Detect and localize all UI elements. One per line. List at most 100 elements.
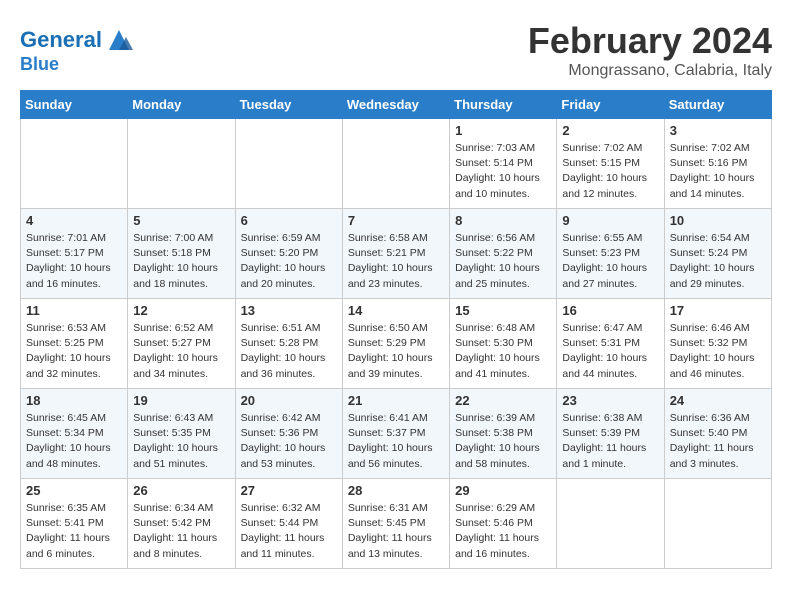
day-info: Sunrise: 6:38 AM Sunset: 5:39 PM Dayligh… — [562, 411, 658, 472]
day-info: Sunrise: 6:48 AM Sunset: 5:30 PM Dayligh… — [455, 321, 551, 382]
day-info: Sunrise: 6:39 AM Sunset: 5:38 PM Dayligh… — [455, 411, 551, 472]
day-number: 22 — [455, 393, 551, 408]
month-title: February 2024 — [528, 20, 772, 62]
calendar-cell: 7 Sunrise: 6:58 AM Sunset: 5:21 PM Daylig… — [342, 209, 449, 299]
day-number: 3 — [670, 123, 766, 138]
calendar-cell: 13 Sunrise: 6:51 AM Sunset: 5:28 PM Dayli… — [235, 299, 342, 389]
day-info: Sunrise: 7:03 AM Sunset: 5:14 PM Dayligh… — [455, 141, 551, 202]
calendar-cell: 6 Sunrise: 6:59 AM Sunset: 5:20 PM Daylig… — [235, 209, 342, 299]
calendar-cell: 9 Sunrise: 6:55 AM Sunset: 5:23 PM Daylig… — [557, 209, 664, 299]
calendar-cell: 20 Sunrise: 6:42 AM Sunset: 5:36 PM Dayli… — [235, 389, 342, 479]
logo-icon — [104, 25, 134, 55]
calendar-week-row: 4 Sunrise: 7:01 AM Sunset: 5:17 PM Daylig… — [21, 209, 772, 299]
calendar-cell: 25 Sunrise: 6:35 AM Sunset: 5:41 PM Dayli… — [21, 479, 128, 569]
day-info: Sunrise: 6:54 AM Sunset: 5:24 PM Dayligh… — [670, 231, 766, 292]
day-number: 16 — [562, 303, 658, 318]
calendar-week-row: 25 Sunrise: 6:35 AM Sunset: 5:41 PM Dayli… — [21, 479, 772, 569]
day-info: Sunrise: 6:45 AM Sunset: 5:34 PM Dayligh… — [26, 411, 122, 472]
calendar-cell: 22 Sunrise: 6:39 AM Sunset: 5:38 PM Dayli… — [450, 389, 557, 479]
logo-line2: Blue — [20, 55, 134, 75]
day-info: Sunrise: 6:46 AM Sunset: 5:32 PM Dayligh… — [670, 321, 766, 382]
day-info: Sunrise: 6:53 AM Sunset: 5:25 PM Dayligh… — [26, 321, 122, 382]
calendar-cell: 19Sunrise: 6:43 AM Sunset: 5:35 PM Dayli… — [128, 389, 235, 479]
day-info: Sunrise: 6:55 AM Sunset: 5:23 PM Dayligh… — [562, 231, 658, 292]
calendar-cell: 11 Sunrise: 6:53 AM Sunset: 5:25 PM Dayli… — [21, 299, 128, 389]
calendar-cell: 27 Sunrise: 6:32 AM Sunset: 5:44 PM Dayli… — [235, 479, 342, 569]
day-info: Sunrise: 6:32 AM Sunset: 5:44 PM Dayligh… — [241, 501, 337, 562]
calendar-cell: 3 Sunrise: 7:02 AM Sunset: 5:16 PM Daylig… — [664, 119, 771, 209]
day-info: Sunrise: 7:00 AM Sunset: 5:18 PM Dayligh… — [133, 231, 229, 292]
day-number: 1 — [455, 123, 551, 138]
day-info: Sunrise: 6:34 AM Sunset: 5:42 PM Dayligh… — [133, 501, 229, 562]
day-info: Sunrise: 6:41 AM Sunset: 5:37 PM Dayligh… — [348, 411, 444, 472]
calendar-cell — [128, 119, 235, 209]
day-number: 7 — [348, 213, 444, 228]
day-number: 15 — [455, 303, 551, 318]
calendar-cell: 29Sunrise: 6:29 AM Sunset: 5:46 PM Dayli… — [450, 479, 557, 569]
day-number: 14 — [348, 303, 444, 318]
day-number: 5 — [133, 213, 229, 228]
day-info: Sunrise: 7:01 AM Sunset: 5:17 PM Dayligh… — [26, 231, 122, 292]
calendar-cell: 21 Sunrise: 6:41 AM Sunset: 5:37 PM Dayli… — [342, 389, 449, 479]
weekday-header: Thursday — [450, 91, 557, 119]
day-number: 12 — [133, 303, 229, 318]
day-info: Sunrise: 6:36 AM Sunset: 5:40 PM Dayligh… — [670, 411, 766, 472]
day-info: Sunrise: 6:35 AM Sunset: 5:41 PM Dayligh… — [26, 501, 122, 562]
day-info: Sunrise: 6:56 AM Sunset: 5:22 PM Dayligh… — [455, 231, 551, 292]
calendar-cell: 26Sunrise: 6:34 AM Sunset: 5:42 PM Dayli… — [128, 479, 235, 569]
day-number: 28 — [348, 483, 444, 498]
day-info: Sunrise: 7:02 AM Sunset: 5:15 PM Dayligh… — [562, 141, 658, 202]
weekday-header-row: SundayMondayTuesdayWednesdayThursdayFrid… — [21, 91, 772, 119]
calendar-table: SundayMondayTuesdayWednesdayThursdayFrid… — [20, 90, 772, 569]
calendar-cell: 18 Sunrise: 6:45 AM Sunset: 5:34 PM Dayli… — [21, 389, 128, 479]
logo-text: General — [20, 28, 102, 52]
day-number: 17 — [670, 303, 766, 318]
day-number: 25 — [26, 483, 122, 498]
day-info: Sunrise: 6:58 AM Sunset: 5:21 PM Dayligh… — [348, 231, 444, 292]
weekday-header: Friday — [557, 91, 664, 119]
day-number: 20 — [241, 393, 337, 408]
calendar-cell: 4 Sunrise: 7:01 AM Sunset: 5:17 PM Daylig… — [21, 209, 128, 299]
day-info: Sunrise: 7:02 AM Sunset: 5:16 PM Dayligh… — [670, 141, 766, 202]
day-number: 13 — [241, 303, 337, 318]
calendar-cell: 5 Sunrise: 7:00 AM Sunset: 5:18 PM Daylig… — [128, 209, 235, 299]
calendar-cell — [21, 119, 128, 209]
calendar-cell: 14Sunrise: 6:50 AM Sunset: 5:29 PM Dayli… — [342, 299, 449, 389]
calendar-cell: 1 Sunrise: 7:03 AM Sunset: 5:14 PM Daylig… — [450, 119, 557, 209]
location-title: Mongrassano, Calabria, Italy — [528, 62, 772, 80]
calendar-cell: 8 Sunrise: 6:56 AM Sunset: 5:22 PM Daylig… — [450, 209, 557, 299]
day-info: Sunrise: 6:51 AM Sunset: 5:28 PM Dayligh… — [241, 321, 337, 382]
day-info: Sunrise: 6:47 AM Sunset: 5:31 PM Dayligh… — [562, 321, 658, 382]
day-number: 10 — [670, 213, 766, 228]
day-number: 24 — [670, 393, 766, 408]
calendar-week-row: 11 Sunrise: 6:53 AM Sunset: 5:25 PM Dayli… — [21, 299, 772, 389]
day-info: Sunrise: 6:59 AM Sunset: 5:20 PM Dayligh… — [241, 231, 337, 292]
weekday-header: Saturday — [664, 91, 771, 119]
calendar-cell: 2Sunrise: 7:02 AM Sunset: 5:15 PM Daylig… — [557, 119, 664, 209]
weekday-header: Tuesday — [235, 91, 342, 119]
day-number: 4 — [26, 213, 122, 228]
day-number: 19 — [133, 393, 229, 408]
day-info: Sunrise: 6:42 AM Sunset: 5:36 PM Dayligh… — [241, 411, 337, 472]
weekday-header: Sunday — [21, 91, 128, 119]
calendar-cell: 17 Sunrise: 6:46 AM Sunset: 5:32 PM Dayli… — [664, 299, 771, 389]
page-header: General Blue February 2024 Mongrassano, … — [20, 20, 772, 80]
calendar-cell: 28 Sunrise: 6:31 AM Sunset: 5:45 PM Dayli… — [342, 479, 449, 569]
calendar-cell: 24 Sunrise: 6:36 AM Sunset: 5:40 PM Dayli… — [664, 389, 771, 479]
day-number: 11 — [26, 303, 122, 318]
day-number: 8 — [455, 213, 551, 228]
day-info: Sunrise: 6:29 AM Sunset: 5:46 PM Dayligh… — [455, 501, 551, 562]
weekday-header: Monday — [128, 91, 235, 119]
day-number: 18 — [26, 393, 122, 408]
calendar-cell — [342, 119, 449, 209]
day-number: 21 — [348, 393, 444, 408]
day-info: Sunrise: 6:31 AM Sunset: 5:45 PM Dayligh… — [348, 501, 444, 562]
logo-line1: General — [20, 27, 102, 52]
calendar-week-row: 1 Sunrise: 7:03 AM Sunset: 5:14 PM Daylig… — [21, 119, 772, 209]
calendar-cell: 10 Sunrise: 6:54 AM Sunset: 5:24 PM Dayli… — [664, 209, 771, 299]
day-number: 9 — [562, 213, 658, 228]
logo: General Blue — [20, 25, 134, 75]
day-number: 27 — [241, 483, 337, 498]
title-section: February 2024 Mongrassano, Calabria, Ita… — [528, 20, 772, 80]
day-number: 6 — [241, 213, 337, 228]
